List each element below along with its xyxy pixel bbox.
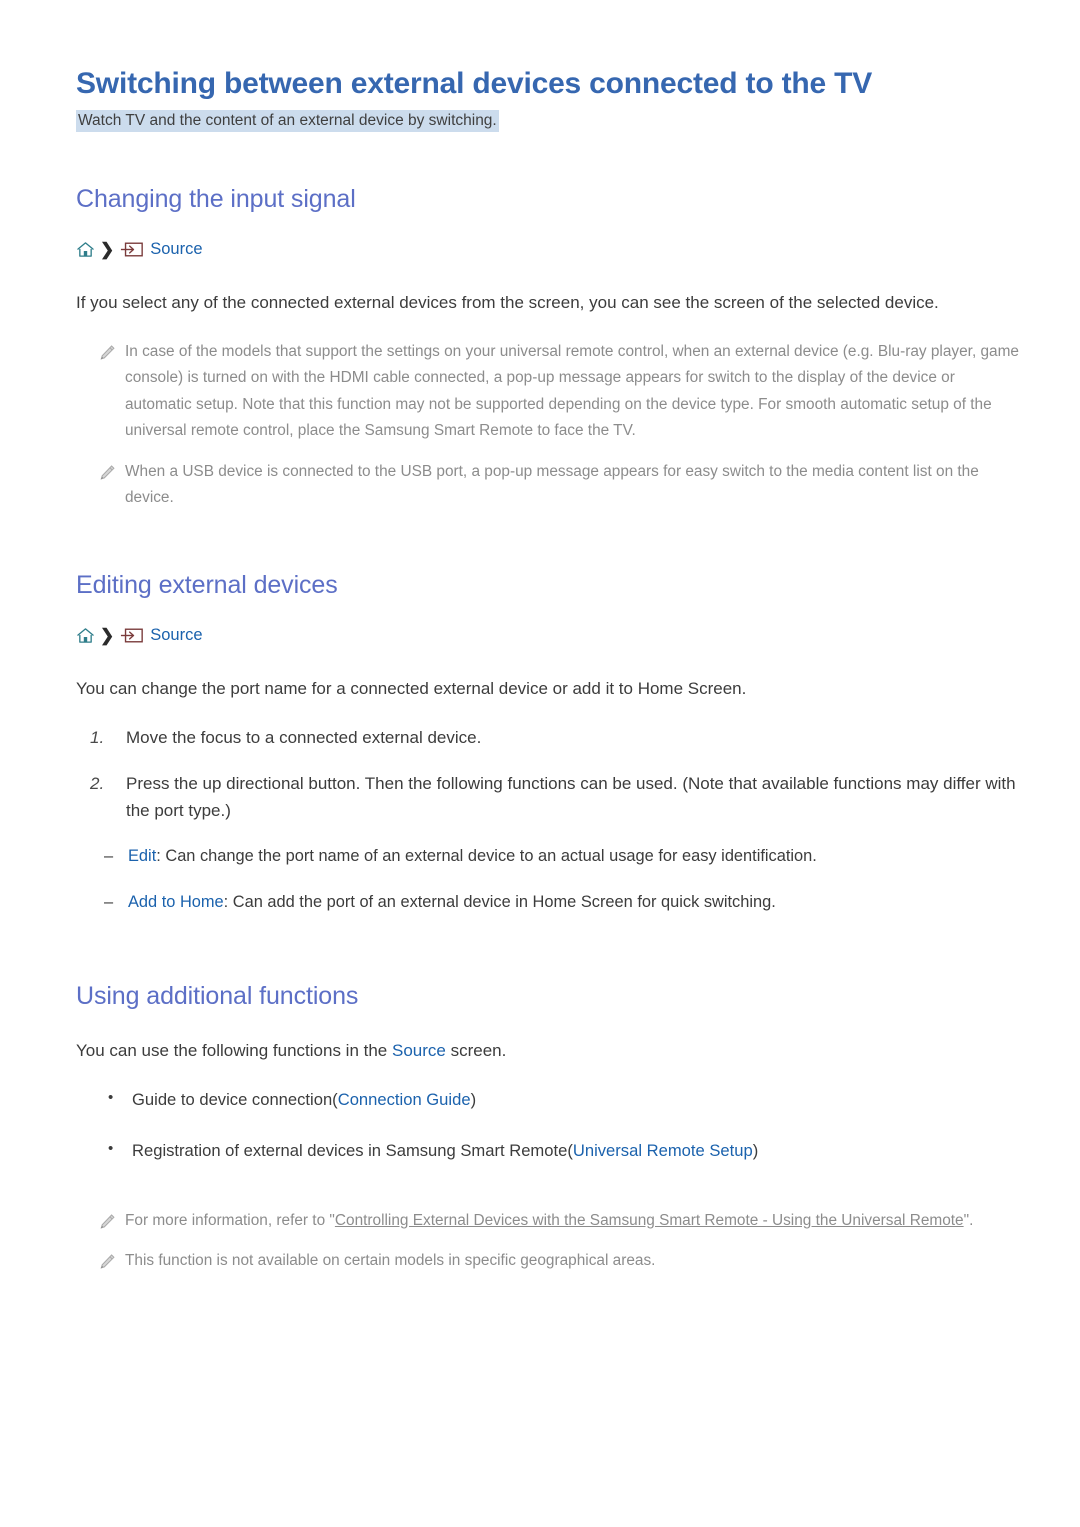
list-item: Guide to device connection(Connection Gu…	[76, 1086, 1020, 1114]
note-text: In case of the models that support the s…	[125, 342, 1019, 440]
list-item: Move the focus to a connected external d…	[90, 724, 482, 751]
link-universal-remote-setup[interactable]: Universal Remote Setup	[573, 1141, 753, 1160]
pencil-note-icon	[98, 464, 116, 482]
breadcrumb-label-source[interactable]: Source	[150, 626, 202, 645]
home-icon	[76, 241, 95, 258]
document-page: Switching between external devices conne…	[0, 0, 1080, 1527]
section-3-paragraph: You can use the following functions in t…	[76, 1037, 1011, 1065]
page-subtitle: Watch TV and the content of an external …	[76, 110, 1020, 133]
link-controlling-external-devices[interactable]: Controlling External Devices with the Sa…	[335, 1212, 964, 1229]
note-text: When a USB device is connected to the US…	[125, 462, 979, 507]
chevron-right-icon: ❯	[100, 240, 115, 260]
note-item: For more information, refer to "Controll…	[76, 1208, 1020, 1234]
intro-text-after: screen.	[445, 1041, 507, 1061]
list-item: Edit: Can change the port name of an ext…	[76, 843, 1020, 870]
source-input-icon	[120, 627, 144, 644]
additional-functions-list: Guide to device connection(Connection Gu…	[76, 1086, 1020, 1165]
list-item-text: : Can add the port of an external device…	[223, 892, 776, 911]
link-add-to-home[interactable]: Add to Home	[128, 893, 224, 911]
note-text-before: For more information, refer to "	[125, 1211, 335, 1229]
page-title: Switching between external devices conne…	[76, 67, 873, 100]
page-subtitle-highlight: Watch TV and the content of an external …	[76, 110, 499, 133]
pencil-note-icon	[98, 344, 116, 362]
link-connection-guide[interactable]: Connection Guide	[338, 1090, 471, 1109]
breadcrumb-source-1[interactable]: ❯ Source	[76, 240, 1020, 259]
section-2-paragraph: You can change the port name for a conne…	[76, 678, 747, 698]
note-text-after: ".	[963, 1211, 974, 1229]
list-item-text: Guide to device connection(	[132, 1089, 338, 1109]
link-source[interactable]: Source	[392, 1041, 446, 1060]
link-edit[interactable]: Edit	[128, 847, 156, 865]
list-item-tail: )	[470, 1089, 477, 1109]
list-item: Add to Home: Can add the port of an exte…	[76, 889, 1020, 916]
pencil-note-icon	[98, 1253, 116, 1271]
breadcrumb-source-2[interactable]: ❯ Source	[76, 626, 1020, 645]
editing-steps-list: Move the focus to a connected external d…	[76, 724, 1020, 825]
list-item: Press the up directional button. Then th…	[90, 770, 1016, 821]
note-text: This function is not available on certai…	[125, 1252, 656, 1270]
list-item: Registration of external devices in Sams…	[76, 1137, 1020, 1165]
source-input-icon	[120, 241, 144, 258]
editing-functions-list: Edit: Can change the port name of an ext…	[76, 843, 1020, 916]
section-heading-using-additional-functions: Using additional functions	[76, 982, 359, 1011]
note-item: This function is not available on certai…	[76, 1248, 1020, 1274]
intro-text-before: You can use the following functions in t…	[76, 1041, 392, 1061]
breadcrumb-label-source[interactable]: Source	[150, 240, 202, 259]
pencil-note-icon	[98, 1213, 116, 1231]
list-item-text: Registration of external devices in Sams…	[132, 1141, 573, 1161]
list-item-text: : Can change the port name of an externa…	[156, 846, 817, 865]
note-item: In case of the models that support the s…	[76, 339, 1020, 445]
section-1-paragraph: If you select any of the connected exter…	[76, 293, 939, 313]
list-item-tail: )	[752, 1141, 759, 1161]
section-heading-editing-external-devices: Editing external devices	[76, 570, 338, 599]
chevron-right-icon: ❯	[100, 625, 115, 645]
note-item: When a USB device is connected to the US…	[76, 459, 1020, 512]
note-text: For more information, refer to "Controll…	[125, 1208, 973, 1234]
home-icon	[76, 627, 95, 644]
section-heading-changing-input-signal: Changing the input signal	[76, 185, 356, 214]
